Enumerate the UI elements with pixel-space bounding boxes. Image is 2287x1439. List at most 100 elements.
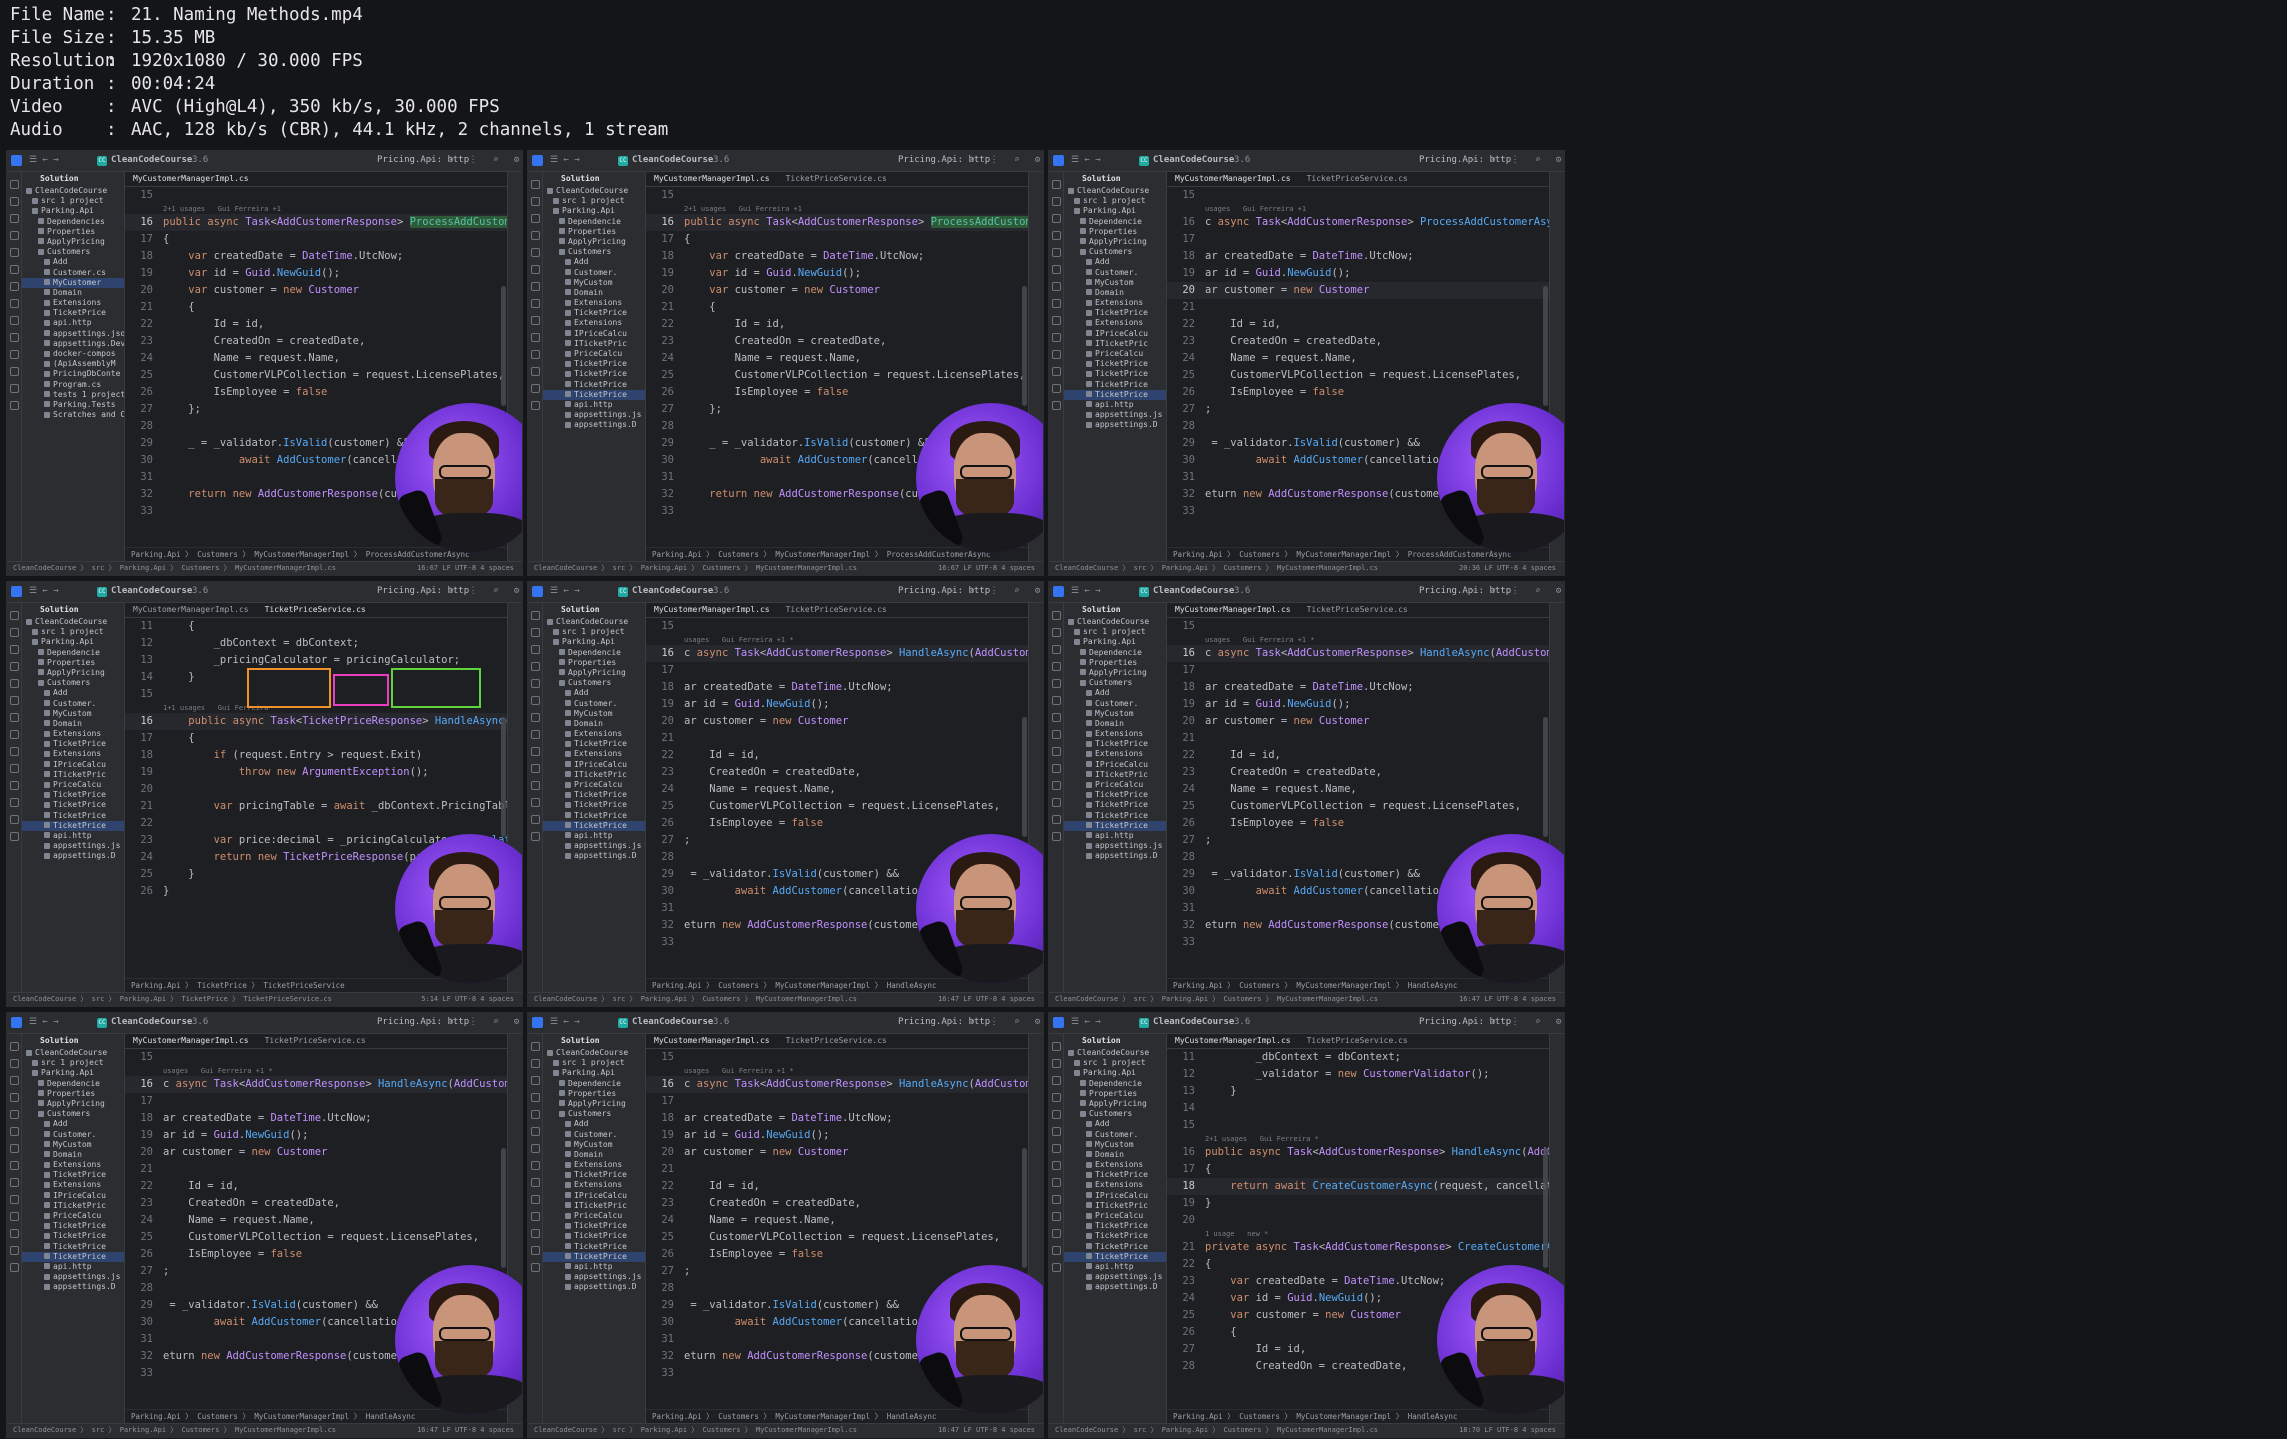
- solution-header[interactable]: Solution: [543, 1034, 645, 1048]
- tree-item[interactable]: Dependencie: [543, 648, 645, 658]
- tool-window-icon[interactable]: [10, 180, 19, 189]
- status-path[interactable]: CleanCodeCourse 〉 src 〉 Parking.Api 〉 Ti…: [13, 995, 332, 1003]
- tool-window-icon[interactable]: [10, 679, 19, 688]
- tree-item[interactable]: Dependencie: [543, 217, 645, 227]
- tool-window-icon[interactable]: [10, 1042, 19, 1051]
- editor-scrollbar[interactable]: [1022, 1148, 1027, 1268]
- tree-item[interactable]: TicketPrice: [543, 1242, 645, 1252]
- tool-window-icon[interactable]: [531, 350, 540, 359]
- tool-window-icon[interactable]: [531, 197, 540, 206]
- tree-item[interactable]: api.http: [22, 318, 124, 328]
- code-line[interactable]: 15: [1167, 618, 1550, 635]
- back-forward-icon[interactable]: ☰ ← →: [1071, 586, 1101, 596]
- editor-tab[interactable]: MyCustomerManagerImpl.cs: [646, 172, 778, 186]
- code-line[interactable]: 13 }: [1167, 1083, 1550, 1100]
- tree-item[interactable]: api.http: [22, 831, 124, 841]
- tree-item[interactable]: CleanCodeCourse: [1064, 617, 1166, 627]
- tool-window-icon[interactable]: [10, 316, 19, 325]
- status-position[interactable]: 20:36 LF UTF-8 4 spaces: [1459, 562, 1556, 575]
- code-line[interactable]: 16 c async Task<AddCustomerResponse> Hand…: [125, 1076, 508, 1093]
- run-debug-icons[interactable]: ▷ ⚙ ⋮ ⌕ ⚙: [427, 155, 522, 165]
- tree-item[interactable]: Customer.: [1064, 1130, 1166, 1140]
- tree-item[interactable]: Customer.: [543, 699, 645, 709]
- tree-item[interactable]: Customers: [543, 247, 645, 257]
- tree-item[interactable]: Add: [1064, 257, 1166, 267]
- tree-item[interactable]: ITicketPric: [1064, 770, 1166, 780]
- code-line[interactable]: 24 Name = request.Name,: [646, 1212, 1029, 1229]
- tree-item[interactable]: PricingDbConte: [22, 369, 124, 379]
- tool-window-icon[interactable]: [10, 1144, 19, 1153]
- tree-item[interactable]: TicketPrice: [543, 1231, 645, 1241]
- code-line[interactable]: 24 Name = request.Name,: [125, 350, 508, 367]
- tree-item[interactable]: MyCustom: [543, 709, 645, 719]
- code-line[interactable]: 26 IsEmployee = false: [125, 384, 508, 401]
- tool-window-icon[interactable]: [531, 781, 540, 790]
- tool-window-icon[interactable]: [531, 798, 540, 807]
- tool-window-icon[interactable]: [531, 1093, 540, 1102]
- tree-item[interactable]: ITicketPric: [543, 339, 645, 349]
- solution-header[interactable]: Solution: [22, 603, 124, 617]
- tree-item[interactable]: ApplyPricing: [1064, 668, 1166, 678]
- tool-window-icon[interactable]: [10, 1229, 19, 1238]
- tool-window-icon[interactable]: [10, 781, 19, 790]
- tool-window-icon[interactable]: [531, 1110, 540, 1119]
- tree-item[interactable]: MyCustom: [1064, 278, 1166, 288]
- code-line[interactable]: 15: [646, 187, 1029, 204]
- code-line[interactable]: 26 IsEmployee = false: [1167, 815, 1550, 832]
- project-name[interactable]: CleanCodeCourse: [632, 155, 713, 165]
- tool-window-icon[interactable]: [10, 815, 19, 824]
- code-line[interactable]: 20 var customer = new Customer: [646, 282, 1029, 299]
- tree-item[interactable]: TicketPrice: [543, 1221, 645, 1231]
- code-line[interactable]: 24 Name = request.Name,: [1167, 781, 1550, 798]
- editor-scrollbar[interactable]: [1543, 286, 1548, 406]
- tool-window-icon[interactable]: [531, 747, 540, 756]
- code-line[interactable]: 15: [1167, 1117, 1550, 1134]
- tool-window-icon[interactable]: [10, 662, 19, 671]
- run-debug-icons[interactable]: ▷ ⚙ ⋮ ⌕ ⚙: [1469, 1017, 1564, 1027]
- back-forward-icon[interactable]: ☰ ← →: [550, 586, 580, 596]
- project-name[interactable]: CleanCodeCourse: [111, 1017, 192, 1027]
- tree-item[interactable]: TicketPrice: [1064, 359, 1166, 369]
- run-debug-icons[interactable]: ▷ ⚙ ⋮ ⌕ ⚙: [1469, 155, 1564, 165]
- tree-item[interactable]: api.http: [1064, 831, 1166, 841]
- tool-window-icon[interactable]: [531, 730, 540, 739]
- code-line[interactable]: 21 private async Task<AddCustomerResponse…: [1167, 1239, 1550, 1256]
- code-line[interactable]: 21 {: [125, 299, 508, 316]
- code-line[interactable]: 20 ar customer = new Customer: [646, 1144, 1029, 1161]
- code-line[interactable]: 25 CustomerVLPCollection = request.Licen…: [1167, 798, 1550, 815]
- tree-item[interactable]: Properties: [543, 227, 645, 237]
- tree-item[interactable]: IPriceCalcu: [1064, 329, 1166, 339]
- tool-window-icon[interactable]: [10, 1110, 19, 1119]
- tree-item[interactable]: ITicketPric: [543, 1201, 645, 1211]
- tree-item[interactable]: TicketPrice: [22, 820, 124, 831]
- tree-item[interactable]: Customers: [543, 678, 645, 688]
- tool-window-icon[interactable]: [531, 384, 540, 393]
- code-line[interactable]: 19 var id = Guid.NewGuid();: [646, 265, 1029, 282]
- tool-window-icon[interactable]: [1052, 628, 1061, 637]
- code-line[interactable]: 23 CreatedOn = createdDate,: [125, 1195, 508, 1212]
- codelens-hint[interactable]: 1 usage new *: [1167, 1229, 1550, 1239]
- tool-window-icon[interactable]: [10, 1127, 19, 1136]
- status-path[interactable]: CleanCodeCourse 〉 src 〉 Parking.Api 〉 Cu…: [1055, 995, 1378, 1003]
- tree-item[interactable]: Parking.Api: [543, 1068, 645, 1078]
- tree-item[interactable]: TicketPrice: [22, 1231, 124, 1241]
- tree-item[interactable]: Domain: [543, 1150, 645, 1160]
- tree-item[interactable]: TicketPrice: [1064, 389, 1166, 400]
- tree-item[interactable]: appsettings.D: [1064, 851, 1166, 861]
- tree-item[interactable]: Add: [22, 688, 124, 698]
- code-line[interactable]: 26 IsEmployee = false: [1167, 384, 1550, 401]
- tree-item[interactable]: Program.cs: [22, 380, 124, 390]
- tree-item[interactable]: Extensions: [22, 1160, 124, 1170]
- tree-item[interactable]: api.http: [1064, 1262, 1166, 1272]
- tree-item[interactable]: TicketPrice: [543, 1251, 645, 1262]
- codelens-hint[interactable]: 2+1 usages Gui Ferreira +1: [646, 204, 1029, 214]
- tree-item[interactable]: appsettings.js: [22, 1272, 124, 1282]
- tool-window-icon[interactable]: [10, 832, 19, 841]
- tree-item[interactable]: Customer.: [22, 699, 124, 709]
- tree-item[interactable]: PriceCalcu: [543, 1211, 645, 1221]
- tree-item[interactable]: TicketPrice: [22, 308, 124, 318]
- tree-item[interactable]: Extensions: [543, 729, 645, 739]
- tree-item[interactable]: ITicketPric: [22, 1201, 124, 1211]
- code-line[interactable]: 18 var createdDate = DateTime.UtcNow;: [125, 248, 508, 265]
- code-line[interactable]: 22 Id = id,: [125, 316, 508, 333]
